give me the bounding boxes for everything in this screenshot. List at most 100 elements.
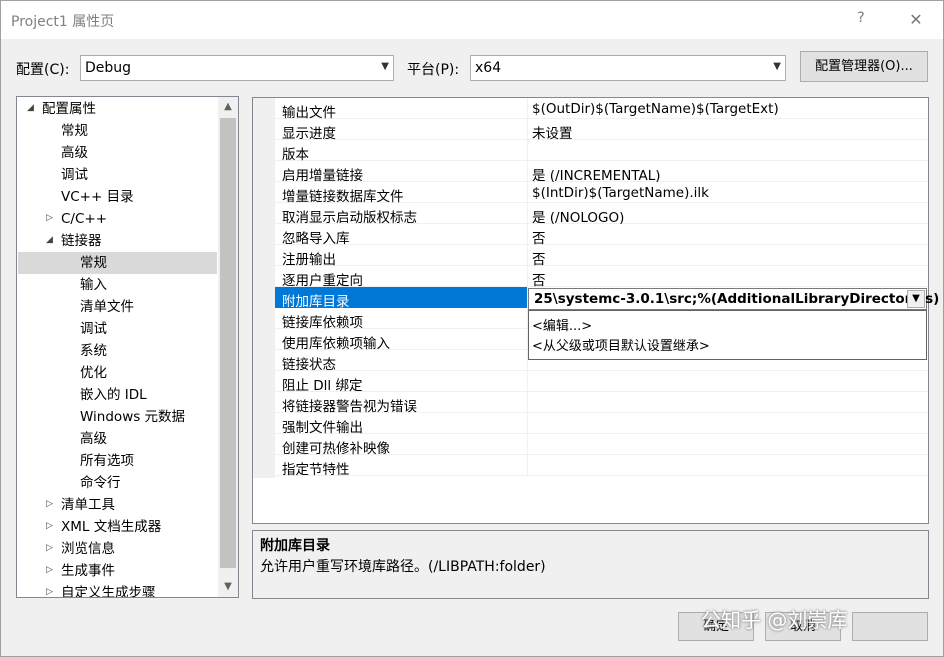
- tree-scrollbar[interactable]: ▲ ▼: [218, 97, 238, 597]
- property-name: 强制文件输出: [282, 420, 363, 436]
- property-row[interactable]: 将链接器警告视为错误: [275, 392, 928, 415]
- column-divider: [527, 392, 528, 413]
- tree-item[interactable]: VC++ 目录: [61, 186, 134, 208]
- apply-button[interactable]: [852, 612, 928, 641]
- property-value[interactable]: 是 (/INCREMENTAL): [532, 164, 661, 184]
- property-name: 使用库依赖项输入: [282, 336, 390, 352]
- collapsed-arrow-icon[interactable]: ▷: [46, 499, 53, 509]
- property-value[interactable]: $(OutDir)$(TargetName)$(TargetExt): [532, 101, 779, 117]
- scroll-thumb[interactable]: [220, 118, 236, 568]
- tree-selection-highlight: [18, 252, 217, 274]
- property-pages-dialog: Project1 属性页 ? ✕ 配置(C): Debug ▼ 平台(P): x…: [0, 0, 944, 657]
- editor-value[interactable]: 25\systemc-3.0.1\src;%(AdditionalLibrary…: [534, 291, 939, 307]
- property-row[interactable]: 注册输出 否: [275, 245, 928, 268]
- dropdown-item-inherit[interactable]: <从父级或项目默认设置继承>: [532, 335, 710, 354]
- tree-item[interactable]: Windows 元数据: [80, 406, 185, 428]
- tree-item[interactable]: 调试: [61, 164, 88, 186]
- tree-item[interactable]: 浏览信息: [61, 538, 115, 560]
- platform-value: x64: [475, 60, 502, 76]
- tree-item[interactable]: 所有选项: [80, 450, 134, 472]
- tree-item[interactable]: 常规: [61, 120, 88, 142]
- property-name: 逐用户重定向: [282, 273, 363, 289]
- tree-item[interactable]: 调试: [80, 318, 107, 340]
- value-dropdown[interactable]: <编辑...> <从父级或项目默认设置继承>: [528, 310, 927, 360]
- tree-item[interactable]: 输入: [80, 274, 107, 296]
- config-value: Debug: [85, 60, 132, 76]
- tree-item[interactable]: 系统: [80, 340, 107, 362]
- property-row[interactable]: 强制文件输出: [275, 413, 928, 436]
- collapsed-arrow-icon[interactable]: ▷: [46, 543, 53, 553]
- property-value[interactable]: 否: [532, 248, 546, 268]
- expanded-arrow-icon[interactable]: ◢: [46, 235, 53, 245]
- property-value[interactable]: 否: [532, 269, 546, 289]
- column-divider: [527, 434, 528, 455]
- description-text: 允许用户重写环境库路径。(/LIBPATH:folder): [260, 559, 546, 575]
- property-name: 输出文件: [282, 105, 336, 121]
- tree-item[interactable]: 清单文件: [80, 296, 134, 318]
- property-row[interactable]: 版本: [275, 140, 928, 163]
- tree-item[interactable]: 生成事件: [61, 560, 115, 582]
- property-name: 链接状态: [282, 357, 336, 373]
- close-button[interactable]: ✕: [906, 10, 926, 30]
- chevron-down-icon: ▼: [381, 61, 389, 72]
- scroll-down-icon[interactable]: ▼: [218, 577, 238, 597]
- tree-item[interactable]: XML 文档生成器: [61, 516, 161, 538]
- collapsed-arrow-icon[interactable]: ▷: [46, 565, 53, 575]
- property-row[interactable]: 指定节特性: [275, 455, 928, 478]
- tree-item[interactable]: 优化: [80, 362, 107, 384]
- tree-item[interactable]: 常规: [80, 252, 107, 274]
- tree-item[interactable]: C/C++: [61, 208, 107, 230]
- column-divider: [527, 413, 528, 434]
- tree-item[interactable]: 配置属性: [42, 98, 96, 120]
- platform-select[interactable]: x64 ▼: [470, 55, 786, 81]
- config-label: 配置(C):: [16, 62, 70, 78]
- collapsed-arrow-icon[interactable]: ▷: [46, 587, 53, 597]
- property-value[interactable]: $(IntDir)$(TargetName).ilk: [532, 185, 709, 201]
- tree-item[interactable]: 自定义生成步骤: [61, 582, 156, 597]
- column-divider: [527, 203, 528, 224]
- property-name: 版本: [282, 147, 309, 163]
- config-manager-button[interactable]: 配置管理器(O)...: [800, 51, 928, 82]
- column-divider: [527, 455, 528, 476]
- collapsed-arrow-icon[interactable]: ▷: [46, 521, 53, 531]
- property-name: 注册输出: [282, 252, 336, 268]
- tree-item[interactable]: 命令行: [80, 472, 121, 494]
- property-row[interactable]: 逐用户重定向 否: [275, 266, 928, 289]
- property-name: 指定节特性: [282, 462, 350, 478]
- property-name: 阻止 Dll 绑定: [282, 378, 363, 394]
- property-value[interactable]: 未设置: [532, 122, 573, 142]
- config-select[interactable]: Debug ▼: [80, 55, 394, 81]
- scroll-up-icon[interactable]: ▲: [218, 97, 238, 117]
- tree-item[interactable]: 高级: [61, 142, 88, 164]
- property-name: 显示进度: [282, 126, 336, 142]
- column-divider: [527, 119, 528, 140]
- help-button[interactable]: ?: [851, 10, 871, 30]
- tree-item[interactable]: 清单工具: [61, 494, 115, 516]
- property-name: 取消显示启动版权标志: [282, 210, 417, 226]
- column-divider: [527, 245, 528, 266]
- property-name: 创建可热修补映像: [282, 441, 390, 457]
- property-name: 链接库依赖项: [282, 315, 363, 331]
- title-bar: Project1 属性页 ? ✕: [1, 1, 943, 39]
- property-row[interactable]: 忽略导入库 否: [275, 224, 928, 247]
- property-row[interactable]: 创建可热修补映像: [275, 434, 928, 457]
- property-row[interactable]: 启用增量链接 是 (/INCREMENTAL): [275, 161, 928, 184]
- property-row[interactable]: 阻止 Dll 绑定: [275, 371, 928, 394]
- tree-item[interactable]: 嵌入的 IDL: [80, 384, 147, 406]
- dropdown-item-edit[interactable]: <编辑...>: [532, 315, 592, 334]
- tree-item[interactable]: 链接器: [61, 230, 102, 252]
- additional-library-dirs-input[interactable]: 25\systemc-3.0.1\src;%(AdditionalLibrary…: [528, 288, 939, 310]
- property-row[interactable]: 取消显示启动版权标志 是 (/NOLOGO): [275, 203, 928, 226]
- collapsed-arrow-icon[interactable]: ▷: [46, 213, 53, 223]
- platform-label: 平台(P):: [407, 62, 460, 78]
- property-value[interactable]: 是 (/NOLOGO): [532, 206, 624, 226]
- settings-tree[interactable]: ▲ ▼ ◢ 配置属性 常规 高级 调试 VC++ 目录 ▷ C/C++ ◢ 链接器 常规 输入 清单文件…: [16, 96, 239, 598]
- property-row[interactable]: 显示进度 未设置: [275, 119, 928, 142]
- chevron-down-icon[interactable]: ▼: [907, 290, 925, 308]
- property-row[interactable]: 增量链接数据库文件 $(IntDir)$(TargetName).ilk: [275, 182, 928, 205]
- expanded-arrow-icon[interactable]: ◢: [27, 103, 34, 113]
- tree-item[interactable]: 高级: [80, 428, 107, 450]
- property-value[interactable]: 否: [532, 227, 546, 247]
- property-row[interactable]: 输出文件 $(OutDir)$(TargetName)$(TargetExt): [275, 98, 928, 121]
- property-name: 增量链接数据库文件: [282, 189, 404, 205]
